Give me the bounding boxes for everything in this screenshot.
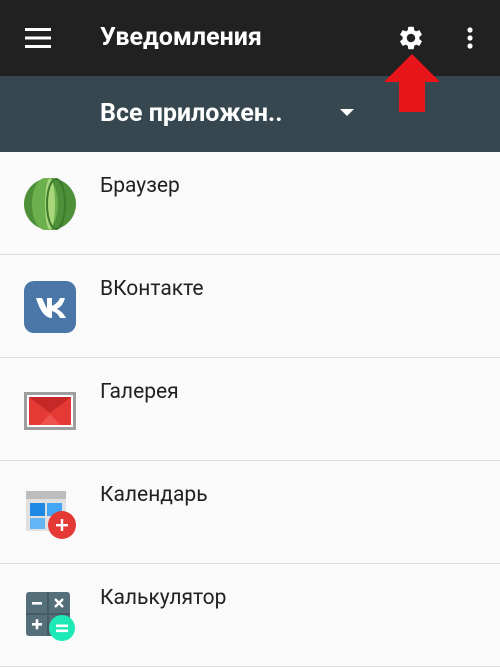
more-options-button[interactable] <box>446 14 494 62</box>
vk-icon <box>24 281 76 333</box>
list-item-browser[interactable]: Браузер <box>0 152 500 255</box>
red-arrow-up-icon <box>384 54 440 112</box>
app-list: Браузер ВКонтакте Галерея Календарь Каль… <box>0 152 500 667</box>
calendar-icon <box>26 491 76 539</box>
list-item-vkontakte[interactable]: ВКонтакте <box>0 255 500 358</box>
list-item-calendar[interactable]: Календарь <box>0 461 500 564</box>
dropdown-arrow-icon <box>340 109 354 116</box>
filter-selected-label: Все приложен.. <box>100 99 283 128</box>
app-name: Галерея <box>100 380 179 404</box>
gallery-icon <box>24 392 76 430</box>
list-item-gallery[interactable]: Галерея <box>0 358 500 461</box>
hamburger-menu-icon <box>25 28 51 48</box>
list-item-calculator[interactable]: Калькулятор <box>0 564 500 667</box>
menu-button[interactable] <box>14 14 62 62</box>
browser-icon <box>24 178 76 230</box>
app-filter-dropdown[interactable]: Все приложен.. <box>100 76 370 152</box>
page-title: Уведомления <box>100 23 262 52</box>
more-vert-icon <box>467 27 473 49</box>
gear-icon <box>400 26 422 50</box>
app-name: Браузер <box>100 174 180 198</box>
app-name: Календарь <box>100 483 208 507</box>
app-name: Калькулятор <box>100 586 227 610</box>
app-name: ВКонтакте <box>100 277 204 301</box>
calculator-icon <box>26 592 75 641</box>
